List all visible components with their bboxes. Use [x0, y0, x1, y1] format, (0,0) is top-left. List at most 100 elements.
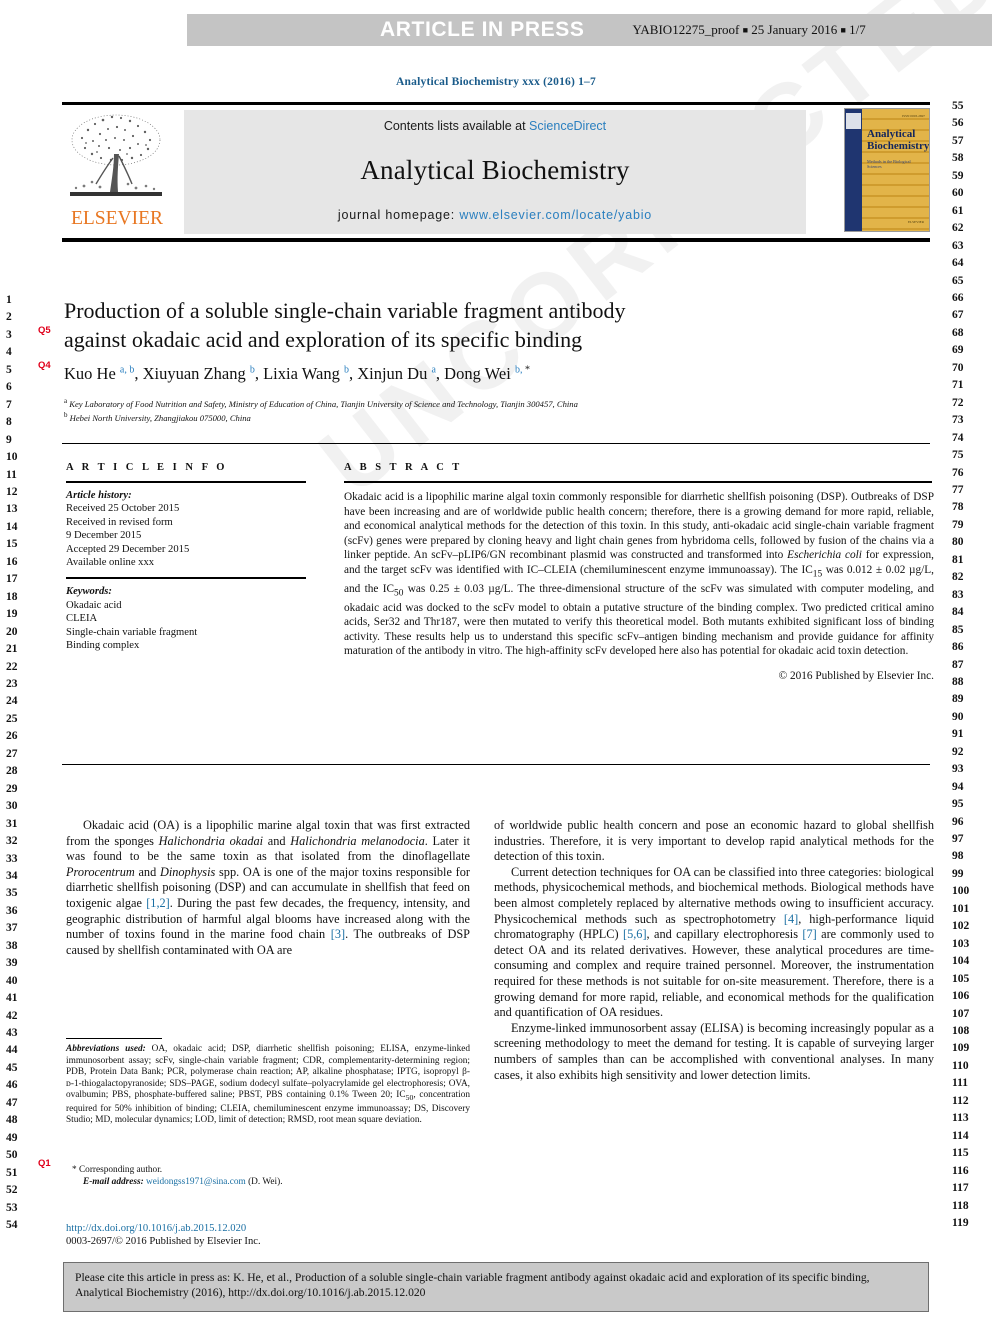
doi-link[interactable]: http://dx.doi.org/10.1016/j.ab.2015.12.0…: [66, 1222, 486, 1235]
article-page: UNCORRECTED PROOF ARTICLE IN PRESS YABIO…: [0, 0, 992, 1323]
keyword-item: Binding complex: [66, 640, 140, 652]
abstract-rule-top: [62, 443, 930, 444]
article-history-label: Article history:: [66, 490, 132, 501]
author-affil-marker: a, b: [119, 364, 135, 376]
line-number: 49: [6, 1131, 18, 1144]
line-number: 5: [6, 363, 12, 376]
line-number: 13: [6, 503, 18, 516]
line-number: 73: [952, 414, 964, 427]
line-number: 118: [952, 1199, 969, 1212]
line-number: 16: [6, 555, 18, 568]
proof-id: YABIO12275_proof: [632, 22, 740, 37]
body-paragraph: of worldwide public health concern and p…: [494, 818, 934, 864]
line-number: 20: [6, 625, 18, 638]
history-item: 9 December 2015: [66, 530, 142, 542]
history-item: Received 25 October 2015: [66, 503, 180, 515]
line-number: 114: [952, 1129, 969, 1142]
citation-ref[interactable]: [5,6]: [623, 927, 647, 941]
line-number: 33: [6, 852, 18, 865]
title-line-1: Production of a soluble single-chain var…: [64, 298, 626, 323]
line-number: 39: [6, 957, 18, 970]
abstract-block: A B S T R A C T Okadaic acid is a lipoph…: [344, 462, 934, 682]
line-number: 50: [6, 1149, 18, 1162]
citation-ref[interactable]: [1,2]: [146, 896, 170, 910]
citation-ref[interactable]: [3]: [331, 927, 345, 941]
line-number: 87: [952, 658, 964, 671]
line-number: 26: [6, 730, 18, 743]
line-number: 117: [952, 1182, 969, 1195]
line-number: 77: [952, 483, 964, 496]
journal-homepage-link[interactable]: www.elsevier.com/locate/yabio: [459, 208, 652, 222]
query-mark-q5[interactable]: Q5: [38, 325, 51, 336]
line-number: 34: [6, 869, 18, 882]
line-number: 95: [952, 798, 964, 811]
italic-term: Dinophysis: [159, 864, 216, 879]
email-link[interactable]: weidongss1971@sina.com: [146, 1177, 246, 1187]
keyword-item: Okadaic acid: [66, 599, 122, 611]
title-line-2: against okadaic acid and exploration of …: [64, 327, 583, 352]
line-number: 115: [952, 1147, 969, 1160]
abstract-copyright: © 2016 Published by Elsevier Inc.: [778, 670, 934, 683]
line-number: 3: [6, 328, 12, 341]
line-number: 17: [6, 573, 18, 586]
line-number: 24: [6, 695, 18, 708]
article-info-block: A R T I C L E I N F O Article history: R…: [66, 462, 316, 652]
masthead-rule-bottom: [62, 238, 930, 242]
citation-ref[interactable]: [7]: [802, 927, 816, 941]
line-number: 35: [6, 887, 18, 900]
separator-square-icon-2: ■: [840, 25, 846, 35]
history-item: Received in revised form: [66, 516, 173, 528]
italic-term: Halichondria melanodocia: [290, 833, 425, 848]
proof-pages: 1/7: [849, 22, 866, 37]
author-name: Dong Wei b, *: [444, 364, 530, 383]
author-name: Lixia Wang b: [263, 364, 349, 383]
corresponding-author-block: * Corresponding author. E-mail address: …: [72, 1164, 472, 1189]
query-mark-q1[interactable]: Q1: [38, 1158, 51, 1169]
line-number: 51: [6, 1166, 18, 1179]
line-number: 2: [6, 311, 12, 324]
line-number: 30: [6, 800, 18, 813]
line-number: 47: [6, 1096, 18, 1109]
line-number: 31: [6, 817, 18, 830]
line-number: 27: [6, 747, 18, 760]
history-item: Available online xxx: [66, 557, 155, 569]
abstract-rule-bottom: [62, 764, 930, 765]
affiliation-list: a Key Laboratory of Food Nutrition and S…: [64, 396, 864, 424]
abbreviations-footnote: Abbreviations used: OA, okadaic acid; DS…: [66, 1044, 471, 1126]
sciencedirect-link[interactable]: ScienceDirect: [529, 119, 606, 133]
line-number: 74: [952, 431, 964, 444]
page-title: Production of a soluble single-chain var…: [64, 296, 804, 354]
affiliation-marker: a: [64, 397, 68, 405]
line-number: 38: [6, 939, 18, 952]
line-number: 57: [952, 134, 964, 147]
body-paragraph: Okadaic acid (OA) is a lipophilic marine…: [66, 818, 471, 957]
line-number: 104: [952, 955, 970, 968]
journal-masthead: ELSEVIER Contents lists available at Sci…: [62, 104, 930, 237]
line-number: 102: [952, 920, 970, 933]
journal-title: Analytical Biochemistry: [360, 155, 630, 185]
line-number: 52: [6, 1184, 18, 1197]
line-number: 84: [952, 606, 964, 619]
line-number: 94: [952, 780, 964, 793]
line-number: 46: [6, 1079, 18, 1092]
line-number: 83: [952, 588, 964, 601]
line-number: 93: [952, 763, 964, 776]
corresponding-author-note: * Corresponding author.: [72, 1165, 163, 1175]
cover-title-line1: Analytical: [867, 128, 916, 140]
query-mark-q4[interactable]: Q4: [38, 360, 51, 371]
line-number: 105: [952, 972, 970, 985]
citation-ref[interactable]: [4]: [784, 912, 798, 926]
line-number: 81: [952, 553, 964, 566]
line-number: 86: [952, 641, 964, 654]
contents-prefix: Contents lists available at: [383, 119, 530, 133]
cover-subtitle: Methods in the Biological Sciences: [867, 159, 911, 170]
article-info-heading: A R T I C L E I N F O: [66, 462, 228, 473]
line-number: 14: [6, 520, 18, 533]
article-info-divider: [66, 481, 306, 483]
line-number: 43: [6, 1027, 18, 1040]
cover-bottom-meta: ELSEVIER: [907, 220, 924, 224]
line-number: 78: [952, 501, 964, 514]
line-number: 41: [6, 992, 18, 1005]
citation-notice-text: Please cite this article in press as: K.…: [75, 1271, 870, 1299]
line-number: 119: [952, 1217, 969, 1229]
